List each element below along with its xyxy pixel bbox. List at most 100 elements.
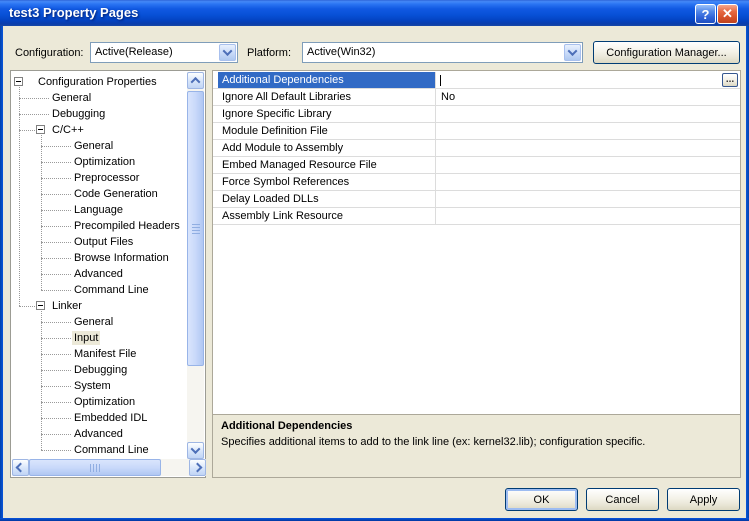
tree-item-general-15[interactable]: General [11, 314, 187, 330]
tree-vertical-scrollbar[interactable] [187, 72, 204, 459]
property-name[interactable]: Force Symbol References [218, 174, 435, 190]
tree-item-label[interactable]: System [72, 379, 113, 393]
property-name[interactable]: Add Module to Assembly [218, 140, 435, 156]
scroll-up-icon[interactable] [187, 72, 204, 89]
property-row-delay-loaded-dlls[interactable]: Delay Loaded DLLs [213, 191, 740, 208]
tree-item-label[interactable]: General [72, 139, 115, 153]
tree-item-label[interactable]: Code Generation [72, 187, 160, 201]
property-row-ignore-all-default-libraries[interactable]: Ignore All Default LibrariesNo [213, 89, 740, 106]
tree-item-label[interactable]: Language [72, 203, 125, 217]
tree-item-label[interactable]: Preprocessor [72, 171, 141, 185]
close-icon[interactable]: ✕ [717, 4, 738, 24]
vertical-scroll-thumb[interactable] [187, 91, 204, 366]
tree-item-precompiled-headers-9[interactable]: Precompiled Headers [11, 218, 187, 234]
tree-item-embedded-idl-21[interactable]: Embedded IDL [11, 410, 187, 426]
property-row-add-module-to-assembly[interactable]: Add Module to Assembly [213, 140, 740, 157]
tree-item-command-line-23[interactable]: Command Line [11, 442, 187, 457]
tree-horizontal-scrollbar[interactable] [12, 459, 206, 476]
tree-item-command-line-13[interactable]: Command Line [11, 282, 187, 298]
property-row-module-definition-file[interactable]: Module Definition File [213, 123, 740, 140]
property-name[interactable]: Ignore Specific Library [218, 106, 435, 122]
tree-item-general-1[interactable]: General [11, 90, 187, 106]
tree-item-label[interactable]: General [72, 315, 115, 329]
window-title: test3 Property Pages [9, 5, 138, 20]
property-name[interactable]: Module Definition File [218, 123, 435, 139]
tree-item-output-files-10[interactable]: Output Files [11, 234, 187, 250]
tree-item-label[interactable]: C/C++ [50, 123, 86, 137]
tree-item-optimization-5[interactable]: Optimization [11, 154, 187, 170]
tree-item-configuration-properties-0[interactable]: Configuration Properties [11, 74, 187, 90]
chevron-down-icon[interactable] [219, 44, 236, 61]
tree-item-label[interactable]: Linker [50, 299, 84, 313]
ok-button[interactable]: OK [505, 488, 578, 511]
platform-combobox[interactable]: Active(Win32) [302, 42, 583, 63]
property-name[interactable]: Delay Loaded DLLs [218, 191, 435, 207]
configuration-combobox[interactable]: Active(Release) [90, 42, 238, 63]
property-name[interactable]: Assembly Link Resource [218, 208, 435, 224]
tree-item-browse-information-11[interactable]: Browse Information [11, 250, 187, 266]
tree-item-label[interactable]: Optimization [72, 155, 137, 169]
tree-item-advanced-12[interactable]: Advanced [11, 266, 187, 282]
property-value[interactable] [436, 140, 740, 156]
chevron-down-icon[interactable] [564, 44, 581, 61]
horizontal-scroll-thumb[interactable] [29, 459, 161, 476]
tree-item-language-8[interactable]: Language [11, 202, 187, 218]
scroll-down-icon[interactable] [187, 442, 204, 459]
tree-item-label[interactable]: Optimization [72, 395, 137, 409]
tree-collapse-icon[interactable] [14, 77, 23, 86]
tree-item-general-4[interactable]: General [11, 138, 187, 154]
tree-item-preprocessor-6[interactable]: Preprocessor [11, 170, 187, 186]
property-value[interactable] [436, 72, 740, 88]
tree-item-input-16[interactable]: Input [11, 330, 187, 346]
tree-item-label[interactable]: Configuration Properties [36, 75, 159, 89]
tree-item-label[interactable]: General [50, 91, 93, 105]
tree-item-c-c-3[interactable]: C/C++ [11, 122, 187, 138]
tree-item-label[interactable]: Manifest File [72, 347, 138, 361]
scroll-left-icon[interactable] [12, 459, 29, 476]
scroll-right-icon[interactable] [189, 459, 206, 476]
property-name[interactable]: Embed Managed Resource File [218, 157, 435, 173]
tree-collapse-icon[interactable] [36, 125, 45, 134]
tree-collapse-icon[interactable] [36, 301, 45, 310]
property-value[interactable] [436, 106, 740, 122]
tree-item-label[interactable]: Debugging [72, 363, 129, 377]
tree-item-linker-14[interactable]: Linker [11, 298, 187, 314]
tree-item-label[interactable]: Output Files [72, 235, 135, 249]
property-name[interactable]: Ignore All Default Libraries [218, 89, 435, 105]
property-row-embed-managed-resource-file[interactable]: Embed Managed Resource File [213, 157, 740, 174]
tree-item-label[interactable]: Command Line [72, 283, 151, 297]
tree-item-label[interactable]: Browse Information [72, 251, 171, 265]
ellipsis-button[interactable]: ... [722, 73, 738, 87]
property-row-ignore-specific-library[interactable]: Ignore Specific Library [213, 106, 740, 123]
property-value[interactable] [436, 191, 740, 207]
tree-item-debugging-18[interactable]: Debugging [11, 362, 187, 378]
property-value[interactable]: No [436, 89, 740, 105]
property-value[interactable] [436, 208, 740, 224]
tree-item-label[interactable]: Embedded IDL [72, 411, 149, 425]
tree-item-label[interactable]: Input [72, 331, 100, 345]
property-value[interactable] [436, 174, 740, 190]
property-value[interactable] [436, 157, 740, 173]
tree-item-optimization-20[interactable]: Optimization [11, 394, 187, 410]
tree-item-label[interactable]: Advanced [72, 267, 125, 281]
tree-item-system-19[interactable]: System [11, 378, 187, 394]
title-bar[interactable]: test3 Property Pages ? ✕ [0, 0, 749, 26]
tree-item-label[interactable]: Command Line [72, 443, 151, 457]
apply-button[interactable]: Apply [667, 488, 740, 511]
configuration-manager-button[interactable]: Configuration Manager... [593, 41, 740, 64]
tree-item-code-generation-7[interactable]: Code Generation [11, 186, 187, 202]
property-value[interactable] [436, 123, 740, 139]
tree-item-label[interactable]: Precompiled Headers [72, 219, 182, 233]
property-row-additional-dependencies[interactable]: Additional Dependencies [213, 72, 740, 89]
property-row-assembly-link-resource[interactable]: Assembly Link Resource [213, 208, 740, 225]
help-icon[interactable]: ? [695, 4, 716, 24]
tree-item-label[interactable]: Debugging [50, 107, 107, 121]
close-glyph: ✕ [722, 6, 733, 22]
property-row-force-symbol-references[interactable]: Force Symbol References [213, 174, 740, 191]
tree-item-debugging-2[interactable]: Debugging [11, 106, 187, 122]
tree-item-advanced-22[interactable]: Advanced [11, 426, 187, 442]
tree-item-label[interactable]: Advanced [72, 427, 125, 441]
cancel-button[interactable]: Cancel [586, 488, 659, 511]
tree-item-manifest-file-17[interactable]: Manifest File [11, 346, 187, 362]
property-name[interactable]: Additional Dependencies [218, 72, 435, 88]
